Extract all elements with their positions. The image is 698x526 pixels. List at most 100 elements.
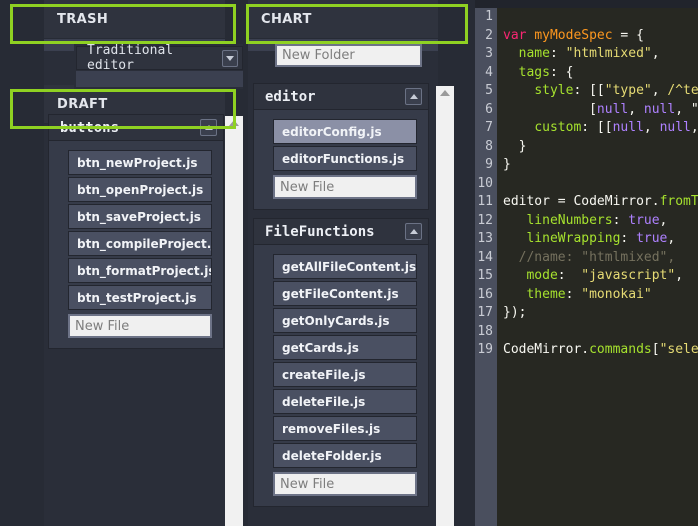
draft-panel-title: DRAFT bbox=[57, 96, 108, 112]
line-number: 13 bbox=[477, 231, 493, 246]
chevron-up-icon[interactable] bbox=[405, 223, 422, 240]
new-file-placeholder: New File bbox=[280, 476, 335, 492]
file-item[interactable]: editorFunctions.js bbox=[273, 146, 417, 171]
code-editor[interactable]: 1 2 var myModeSpec = {3 name: "htmlmixed",… bbox=[475, 0, 698, 526]
file-item[interactable]: getCards.js bbox=[273, 335, 417, 360]
file-item[interactable]: getFileContent.js bbox=[273, 281, 417, 306]
editor-select-strip bbox=[76, 71, 243, 87]
line-number: 11 bbox=[477, 194, 493, 209]
chart-panel-header[interactable]: CHART bbox=[248, 0, 438, 39]
code-token: custom bbox=[534, 120, 582, 135]
code-line-text: var myModeSpec = { bbox=[497, 27, 644, 46]
code-token: [ bbox=[651, 342, 660, 357]
left-column-scrollbar[interactable] bbox=[225, 116, 243, 526]
file-item[interactable]: deleteFile.js bbox=[273, 389, 417, 414]
chevron-up-icon[interactable] bbox=[405, 88, 422, 105]
scroll-up-arrow-icon[interactable] bbox=[229, 120, 239, 126]
code-token: = bbox=[549, 194, 574, 209]
code-token: , bbox=[651, 83, 668, 98]
line-number: 16 bbox=[477, 286, 493, 302]
new-file-input-FileFunctions[interactable]: New File bbox=[273, 472, 417, 496]
folder-header-FileFunctions[interactable]: FileFunctions bbox=[254, 219, 428, 245]
line-number: 3 bbox=[485, 46, 493, 61]
file-item[interactable]: editorConfig.js bbox=[273, 119, 417, 144]
chart-panel-title: CHART bbox=[261, 11, 312, 27]
file-list-buttons: btn_newProject.js btn_openProject.js btn_s… bbox=[68, 150, 212, 310]
file-item[interactable]: btn_openProject.js bbox=[68, 177, 212, 202]
folder-card-buttons: buttons btn_newProject.js btn_openProject… bbox=[48, 114, 224, 349]
new-folder-input[interactable]: New Folder bbox=[275, 44, 422, 67]
scroll-up-arrow-icon[interactable] bbox=[440, 90, 450, 96]
editor-select-wrapper: Traditional editor bbox=[74, 43, 245, 89]
code-line: 19 CodeMirror.commands["selec bbox=[475, 341, 698, 360]
code-line: 5 style: [["type", /^tex bbox=[475, 82, 698, 101]
code-token: . bbox=[581, 342, 590, 357]
code-token: , bbox=[690, 120, 698, 135]
app-root: TRASH DRAFT buttons btn_newProject.js btn… bbox=[0, 0, 698, 526]
code-line: 6 [null, null, " bbox=[475, 101, 698, 120]
line-number: 9 bbox=[485, 157, 493, 172]
code-line-text: //name: "htmlmixed", bbox=[497, 249, 676, 268]
folder-header-editor[interactable]: editor bbox=[254, 84, 428, 110]
code-token: name bbox=[518, 46, 550, 61]
folder-header-buttons[interactable]: buttons bbox=[49, 115, 223, 141]
code-token: true bbox=[628, 212, 660, 228]
file-item[interactable]: btn_newProject.js bbox=[68, 150, 212, 175]
code-line: 9} bbox=[475, 156, 698, 175]
code-token: : [[ bbox=[581, 120, 613, 135]
file-item[interactable]: btn_formatProject.js bbox=[68, 258, 212, 283]
folder-body-buttons: btn_newProject.js btn_openProject.js btn_s… bbox=[49, 141, 223, 348]
code-token: null bbox=[596, 101, 629, 117]
code-token: editor bbox=[503, 194, 550, 209]
code-token: tags bbox=[518, 64, 550, 80]
folder-title-FileFunctions: FileFunctions bbox=[265, 223, 375, 240]
code-token: var bbox=[503, 27, 535, 43]
code-line-text: editor = CodeMirror.fromTe bbox=[497, 193, 698, 212]
code-line: 18 bbox=[475, 323, 698, 342]
middle-column-scrollbar[interactable] bbox=[436, 86, 454, 526]
file-item[interactable]: createFile.js bbox=[273, 362, 417, 387]
new-file-input-editor[interactable]: New File bbox=[273, 175, 417, 199]
file-item[interactable]: getAllFileContent.js bbox=[273, 254, 417, 279]
chevron-up-icon[interactable] bbox=[200, 119, 217, 136]
new-file-input-buttons[interactable]: New File bbox=[68, 314, 212, 338]
code-line-list[interactable]: 1 2 var myModeSpec = {3 name: "htmlmixed",… bbox=[475, 8, 698, 526]
code-line: 11 editor = CodeMirror.fromTe bbox=[475, 193, 698, 212]
code-line-text: } bbox=[497, 138, 527, 157]
chevron-down-icon[interactable] bbox=[221, 49, 238, 67]
code-token: = { bbox=[612, 27, 644, 43]
code-token: , bbox=[667, 231, 676, 246]
trash-panel-header[interactable]: TRASH bbox=[44, 0, 225, 39]
editor-select[interactable]: Traditional editor bbox=[76, 43, 243, 73]
file-item[interactable]: deleteFolder.js bbox=[273, 443, 417, 468]
line-number: 19 bbox=[477, 342, 493, 357]
line-number: 12 bbox=[477, 212, 493, 228]
code-line-text: } bbox=[497, 156, 511, 175]
line-number: 4 bbox=[485, 64, 493, 80]
code-token: , bbox=[675, 268, 684, 283]
new-file-placeholder-buttons: New File bbox=[75, 318, 130, 334]
file-item[interactable]: btn_testProject.js bbox=[68, 285, 212, 310]
file-item[interactable]: getOnlyCards.js bbox=[273, 308, 417, 333]
code-token: [ bbox=[503, 101, 597, 117]
code-token: : bbox=[565, 286, 582, 302]
code-token: "type" bbox=[604, 83, 652, 98]
new-folder-placeholder: New Folder bbox=[282, 48, 355, 63]
file-item[interactable]: btn_saveProject.js bbox=[68, 204, 212, 229]
code-token: lineWrapping bbox=[526, 231, 621, 246]
code-token: : bbox=[620, 231, 637, 246]
code-token: CodeMirror bbox=[573, 194, 652, 209]
folder-title-editor: editor bbox=[265, 88, 316, 105]
code-token: : [[ bbox=[573, 83, 605, 98]
file-item[interactable]: btn_compileProject.js bbox=[68, 231, 212, 256]
code-token: }); bbox=[503, 305, 527, 320]
file-item[interactable]: removeFiles.js bbox=[273, 416, 417, 441]
code-token: null bbox=[643, 101, 676, 117]
folder-list-middle: editor editorConfig.js editorFunctions.js N… bbox=[248, 83, 438, 507]
